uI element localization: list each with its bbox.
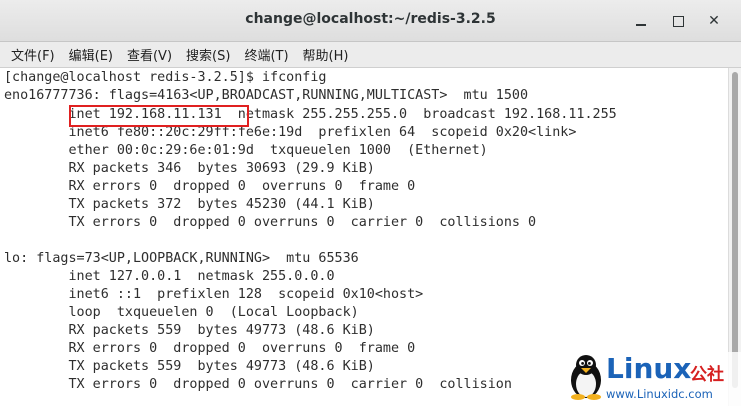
terminal-line: RX packets 559 bytes 49773 (48.6 KiB) (4, 323, 375, 338)
terminal-line: eno16777736: flags=4163<UP,BROADCAST,RUN… (4, 88, 529, 103)
menu-terminal[interactable]: 终端(T) (239, 45, 293, 64)
watermark-suffix: 公社 (690, 365, 724, 385)
terminal-line: [change@localhost redis-3.2.5]$ ifconfig (4, 70, 327, 85)
terminal-line: TX packets 372 bytes 45230 (44.1 KiB) (4, 197, 375, 212)
title-bar: change@localhost:~/redis-3.2.5 ✕ (0, 0, 741, 42)
menu-edit[interactable]: 编辑(E) (64, 45, 118, 64)
menu-file[interactable]: 文件(F) (6, 45, 60, 64)
scrollbar-thumb[interactable] (732, 72, 738, 388)
minimize-icon[interactable] (630, 10, 652, 32)
terminal-line: TX packets 559 bytes 49773 (48.6 KiB) (4, 359, 375, 374)
terminal-line: loop txqueuelen 0 (Local Loopback) (4, 305, 359, 320)
ip-address-highlight (69, 105, 249, 127)
maximize-icon[interactable] (667, 10, 689, 32)
watermark-logo: Linux 公社 www.Linuxidc.com (562, 352, 741, 406)
menu-view[interactable]: 查看(V) (122, 45, 177, 64)
terminal-line: RX packets 346 bytes 30693 (29.9 KiB) (4, 161, 375, 176)
terminal-line: RX errors 0 dropped 0 overruns 0 frame 0 (4, 341, 416, 356)
terminal-line: ether 00:0c:29:6e:01:9d txqueuelen 1000 … (4, 143, 488, 158)
watermark-url: www.Linuxidc.com (606, 387, 713, 401)
terminal-line: TX errors 0 dropped 0 overruns 0 carrier… (4, 215, 537, 230)
tux-penguin-icon (571, 355, 601, 400)
menu-search[interactable]: 搜索(S) (181, 45, 235, 64)
terminal-line: RX errors 0 dropped 0 overruns 0 frame 0 (4, 179, 416, 194)
terminal-line: TX errors 0 dropped 0 overruns 0 carrier… (4, 377, 512, 392)
terminal-line: inet 127.0.0.1 netmask 255.0.0.0 (4, 269, 335, 284)
watermark-brand: Linux (606, 352, 692, 385)
close-icon[interactable]: ✕ (703, 10, 725, 32)
menu-help[interactable]: 帮助(H) (298, 45, 354, 64)
terminal-line: inet6 ::1 prefixlen 128 scopeid 0x10<hos… (4, 287, 424, 302)
menu-bar: 文件(F) 编辑(E) 查看(V) 搜索(S) 终端(T) 帮助(H) (0, 42, 741, 68)
terminal-line: lo: flags=73<UP,LOOPBACK,RUNNING> mtu 65… (4, 251, 359, 266)
